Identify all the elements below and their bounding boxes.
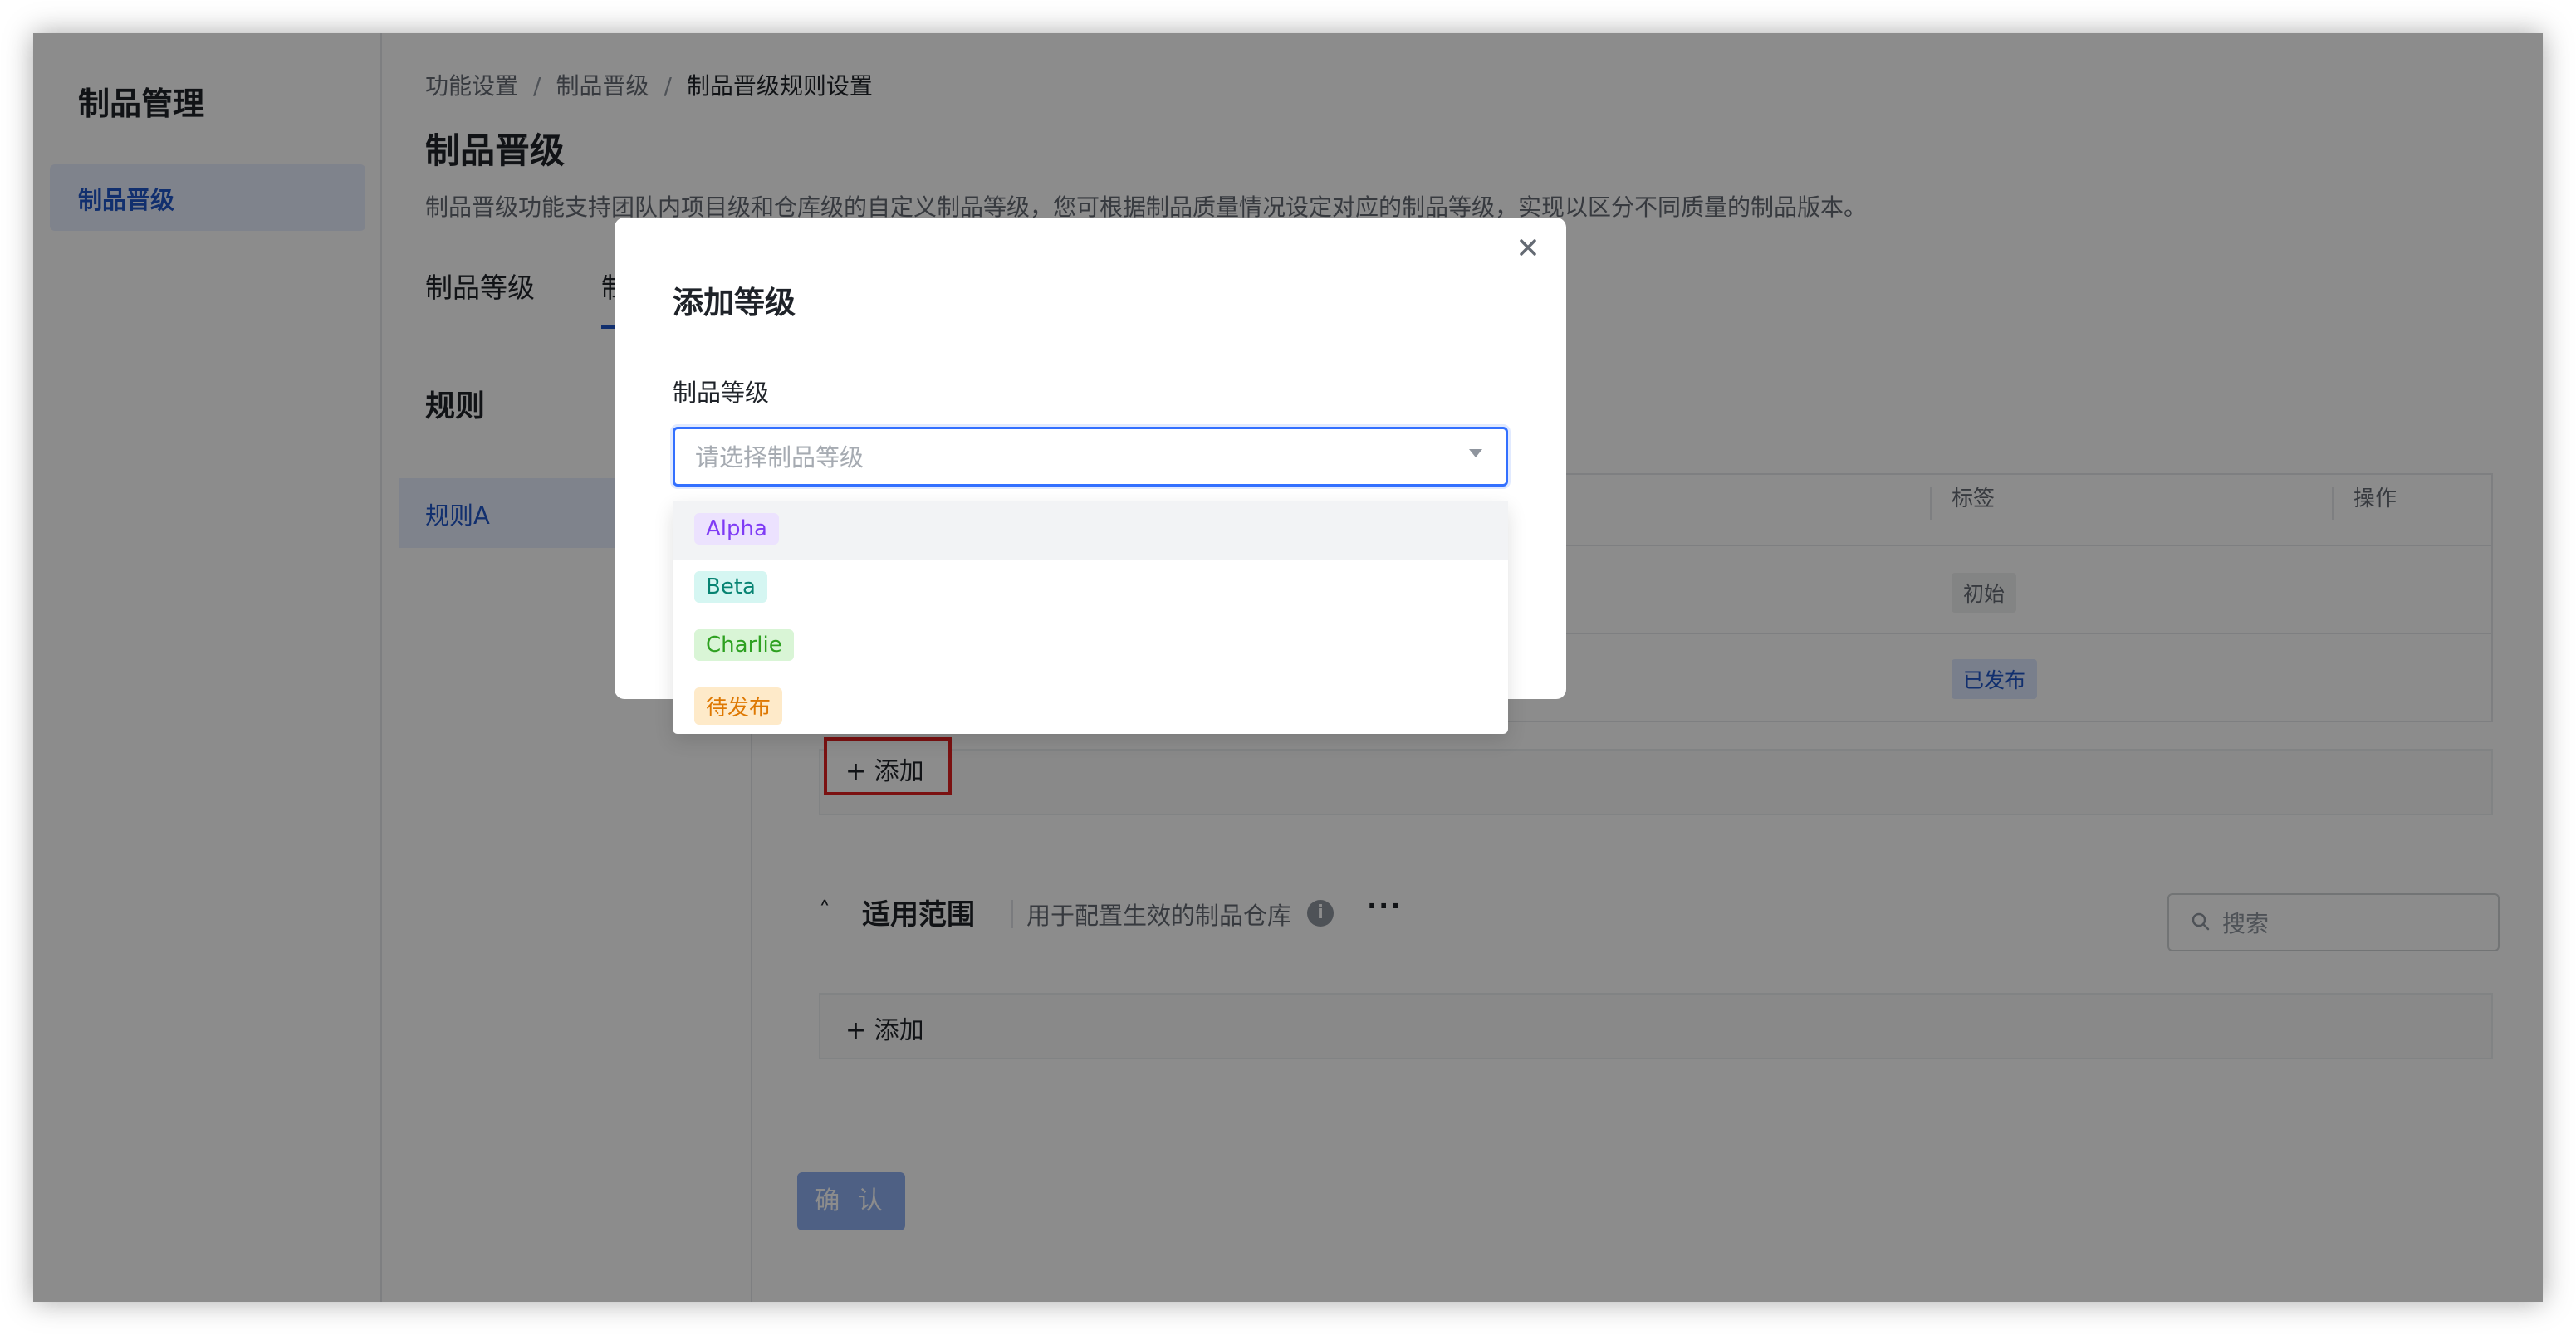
dropdown-option-charlie[interactable]: Charlie (673, 618, 1508, 676)
artifact-level-select-input[interactable] (695, 441, 1426, 474)
artifact-level-select[interactable] (673, 427, 1508, 487)
option-tag: 待发布 (694, 687, 783, 725)
dialog-title: 添加等级 (673, 285, 796, 320)
option-tag: Beta (694, 571, 767, 603)
dropdown-option-beta[interactable]: Beta (673, 560, 1508, 618)
close-icon[interactable] (1513, 232, 1543, 262)
chevron-down-icon[interactable] (1469, 449, 1482, 457)
dropdown-option-alpha[interactable]: Alpha (673, 501, 1508, 560)
artifact-level-field-label: 制品等级 (673, 379, 770, 407)
screen: 制品管理 制品晋级 功能设置 / 制品晋级 / 制品晋级规则设置 制品晋级 制品晋级功能… (0, 0, 2576, 1335)
app-window: 制品管理 制品晋级 功能设置 / 制品晋级 / 制品晋级规则设置 制品晋级 制品晋级功能… (33, 33, 2543, 1302)
option-tag: Alpha (694, 513, 779, 545)
artifact-level-dropdown: Alpha Beta Charlie 待发布 (673, 501, 1508, 734)
option-tag: Charlie (694, 629, 794, 661)
dropdown-option-pending-release[interactable]: 待发布 (673, 676, 1508, 734)
